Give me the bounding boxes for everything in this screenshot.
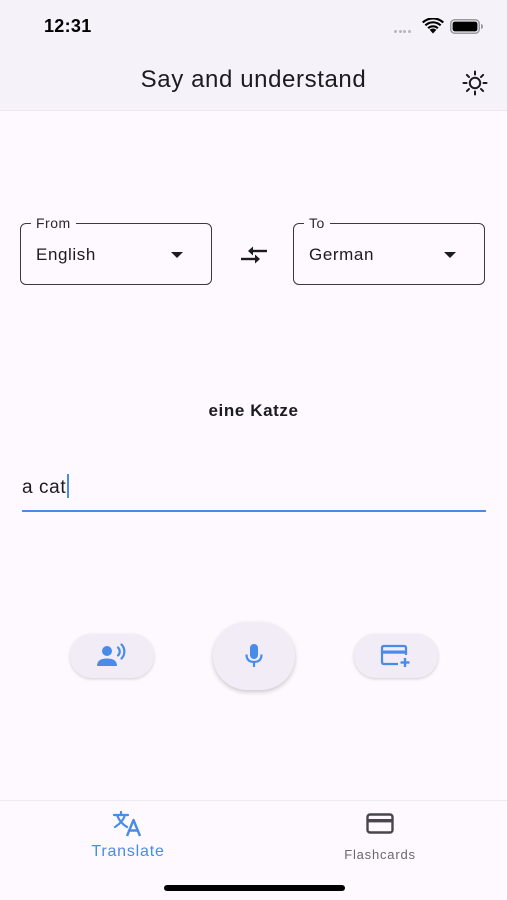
to-language-select[interactable]: To German	[293, 214, 485, 285]
card-icon	[366, 813, 394, 834]
dropdown-arrow-icon	[171, 252, 183, 258]
home-indicator[interactable]	[164, 885, 345, 891]
wifi-icon	[422, 18, 444, 34]
dropdown-arrow-icon	[444, 252, 456, 258]
app-screen: 12:31 Say and understand From English To…	[0, 0, 507, 900]
status-time: 12:31	[44, 16, 92, 36]
speaker-person-icon	[97, 643, 126, 666]
sun-icon	[462, 70, 488, 96]
to-language-value: German	[309, 245, 375, 264]
battery-icon	[450, 19, 483, 34]
listen-button[interactable]	[70, 634, 154, 678]
source-text-value: a cat	[22, 477, 67, 498]
nav-label-translate: Translate	[91, 843, 165, 860]
swap-languages-button[interactable]	[236, 240, 272, 270]
text-caret	[67, 474, 70, 498]
add-card-icon	[380, 644, 410, 667]
from-language-value: English	[36, 245, 96, 264]
page-title: Say and understand	[140, 66, 367, 93]
theme-toggle-button[interactable]	[458, 66, 492, 100]
source-text-input[interactable]: a cat	[22, 466, 486, 512]
microphone-button[interactable]	[213, 622, 295, 690]
status-bar: 12:31	[0, 0, 507, 52]
translate-icon	[112, 810, 142, 837]
app-bar: Say and understand	[0, 52, 507, 111]
translation-output: eine Katze	[208, 401, 299, 420]
cellular-signal-icon	[394, 30, 416, 34]
to-label: To	[304, 214, 330, 232]
add-flashcard-button[interactable]	[354, 634, 438, 678]
from-label: From	[31, 214, 76, 232]
nav-label-flashcards: Flashcards	[344, 847, 416, 862]
microphone-icon	[245, 644, 263, 667]
nav-item-flashcards[interactable]: Flashcards	[310, 809, 450, 862]
from-language-select[interactable]: From English	[20, 214, 212, 285]
nav-item-translate[interactable]: Translate	[58, 809, 198, 861]
swap-arrows-icon	[241, 246, 267, 264]
